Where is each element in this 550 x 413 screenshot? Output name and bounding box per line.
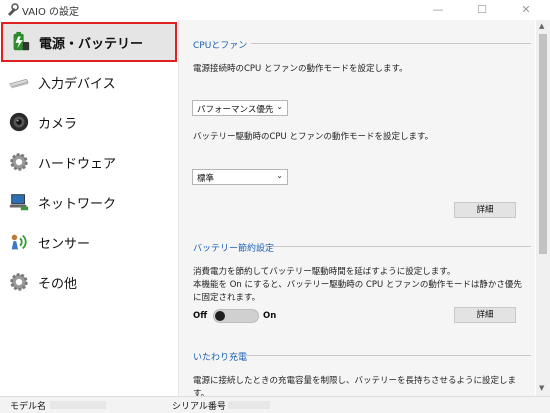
sidebar-item-label: 入力デバイス bbox=[38, 77, 116, 92]
sidebar-item-label: カメラ bbox=[38, 117, 78, 132]
sidebar: 電源・バッテリー 入力デバイス カメラ ハードウェア ネットワーク センサー そ… bbox=[0, 20, 179, 396]
sensor-icon bbox=[11, 234, 27, 250]
scroll-down-icon[interactable]: ▼ bbox=[539, 384, 544, 392]
sidebar-item-camera[interactable]: カメラ bbox=[0, 102, 178, 142]
scroll-up-icon[interactable]: ▲ bbox=[539, 22, 544, 30]
toggle-off-label: Off bbox=[193, 311, 208, 321]
sidebar-item-label: ネットワーク bbox=[38, 197, 117, 212]
battery-mode-select[interactable]: 標準 ⌄ bbox=[192, 169, 288, 185]
sidebar-item-other[interactable]: その他 bbox=[0, 262, 178, 302]
model-name-label: モデル名 bbox=[10, 402, 47, 412]
chevron-down-icon: ⌄ bbox=[276, 102, 283, 111]
main-content: CPUとファン 電源接続時のCPU とファンの動作モードを設定します。 パフォー… bbox=[179, 20, 535, 396]
care-charge-description: 電源に接続したときの充電容量を制限し、バッテリーを長持ちさせるように設定しま す… bbox=[193, 375, 523, 396]
minimize-button[interactable]: — bbox=[416, 0, 460, 20]
sidebar-item-hardware[interactable]: ハードウェア bbox=[0, 142, 178, 182]
camera-icon bbox=[9, 112, 29, 132]
chevron-down-icon: ⌄ bbox=[276, 171, 283, 180]
cpu-fan-ac-description: 電源接続時のCPU とファンの動作モードを設定します。 bbox=[193, 64, 408, 74]
section-divider bbox=[247, 355, 531, 356]
vertical-scrollbar[interactable]: ▲ ▼ bbox=[536, 20, 550, 396]
battery-saving-desc-line3: に固定されます。 bbox=[193, 293, 261, 303]
scrollbar-thumb[interactable] bbox=[539, 34, 547, 254]
care-charge-heading: いたわり充電 bbox=[193, 353, 248, 363]
toggle-knob bbox=[215, 311, 225, 321]
sidebar-item-sensor[interactable]: センサー bbox=[0, 222, 178, 262]
sidebar-item-label: センサー bbox=[38, 237, 91, 252]
battery-mode-value: 標準 bbox=[197, 174, 215, 184]
section-divider bbox=[251, 43, 531, 44]
network-icon bbox=[9, 194, 29, 211]
sidebar-item-label: その他 bbox=[38, 277, 78, 292]
ac-mode-value: パフォーマンス優先 bbox=[197, 105, 274, 115]
sidebar-item-input-devices[interactable]: 入力デバイス bbox=[0, 62, 178, 102]
other-gear-icon bbox=[10, 273, 28, 291]
maximize-button[interactable]: ☐ bbox=[460, 0, 504, 20]
section-divider bbox=[272, 246, 531, 247]
battery-saving-toggle[interactable] bbox=[213, 309, 259, 323]
hardware-gear-icon bbox=[10, 153, 28, 171]
battery-saving-details-button[interactable]: 詳細 bbox=[454, 307, 516, 323]
care-charge-desc-line1: 電源に接続したときの充電容量を制限し、バッテリーを長持ちさせるように設定しま bbox=[193, 376, 517, 386]
serial-number-value-redacted bbox=[228, 401, 270, 409]
close-button[interactable]: ✕ bbox=[504, 0, 548, 20]
ac-mode-select[interactable]: パフォーマンス優先 ⌄ bbox=[192, 100, 288, 116]
input-device-icon bbox=[9, 78, 29, 89]
care-charge-desc-line2: す。 bbox=[193, 389, 210, 396]
battery-saving-description: 消費電力を節約してバッテリー駆動時間を延ばすように設定します。 本機能を On … bbox=[193, 266, 523, 305]
cpu-fan-heading: CPUとファン bbox=[193, 41, 248, 51]
sidebar-item-label: 電源・バッテリー bbox=[39, 37, 144, 52]
sidebar-item-network[interactable]: ネットワーク bbox=[0, 182, 178, 222]
battery-saving-desc-line1: 消費電力を節約してバッテリー駆動時間を延ばすように設定します。 bbox=[193, 267, 456, 277]
model-name-value-redacted bbox=[50, 401, 106, 409]
sidebar-item-label: ハードウェア bbox=[38, 157, 117, 172]
title-bar: VAIO の設定 — ☐ ✕ bbox=[0, 0, 550, 20]
cpu-fan-details-button[interactable]: 詳細 bbox=[454, 202, 516, 218]
battery-icon bbox=[13, 31, 30, 51]
battery-saving-desc-line2: 本機能を On にすると、バッテリー駆動時の CPU とファンの動作モードは静か… bbox=[193, 280, 522, 290]
cpu-fan-battery-description: バッテリー駆動時のCPU とファンの動作モードを設定します。 bbox=[193, 132, 434, 142]
toggle-on-label: On bbox=[263, 311, 277, 321]
window-title: VAIO の設定 bbox=[22, 7, 80, 18]
battery-saving-heading: バッテリー節約設定 bbox=[193, 244, 275, 254]
app-gear-icon bbox=[8, 3, 19, 16]
status-bar: モデル名 シリアル番号 bbox=[0, 396, 550, 413]
sidebar-item-power-battery[interactable]: 電源・バッテリー bbox=[1, 22, 177, 62]
serial-number-label: シリアル番号 bbox=[172, 402, 226, 412]
